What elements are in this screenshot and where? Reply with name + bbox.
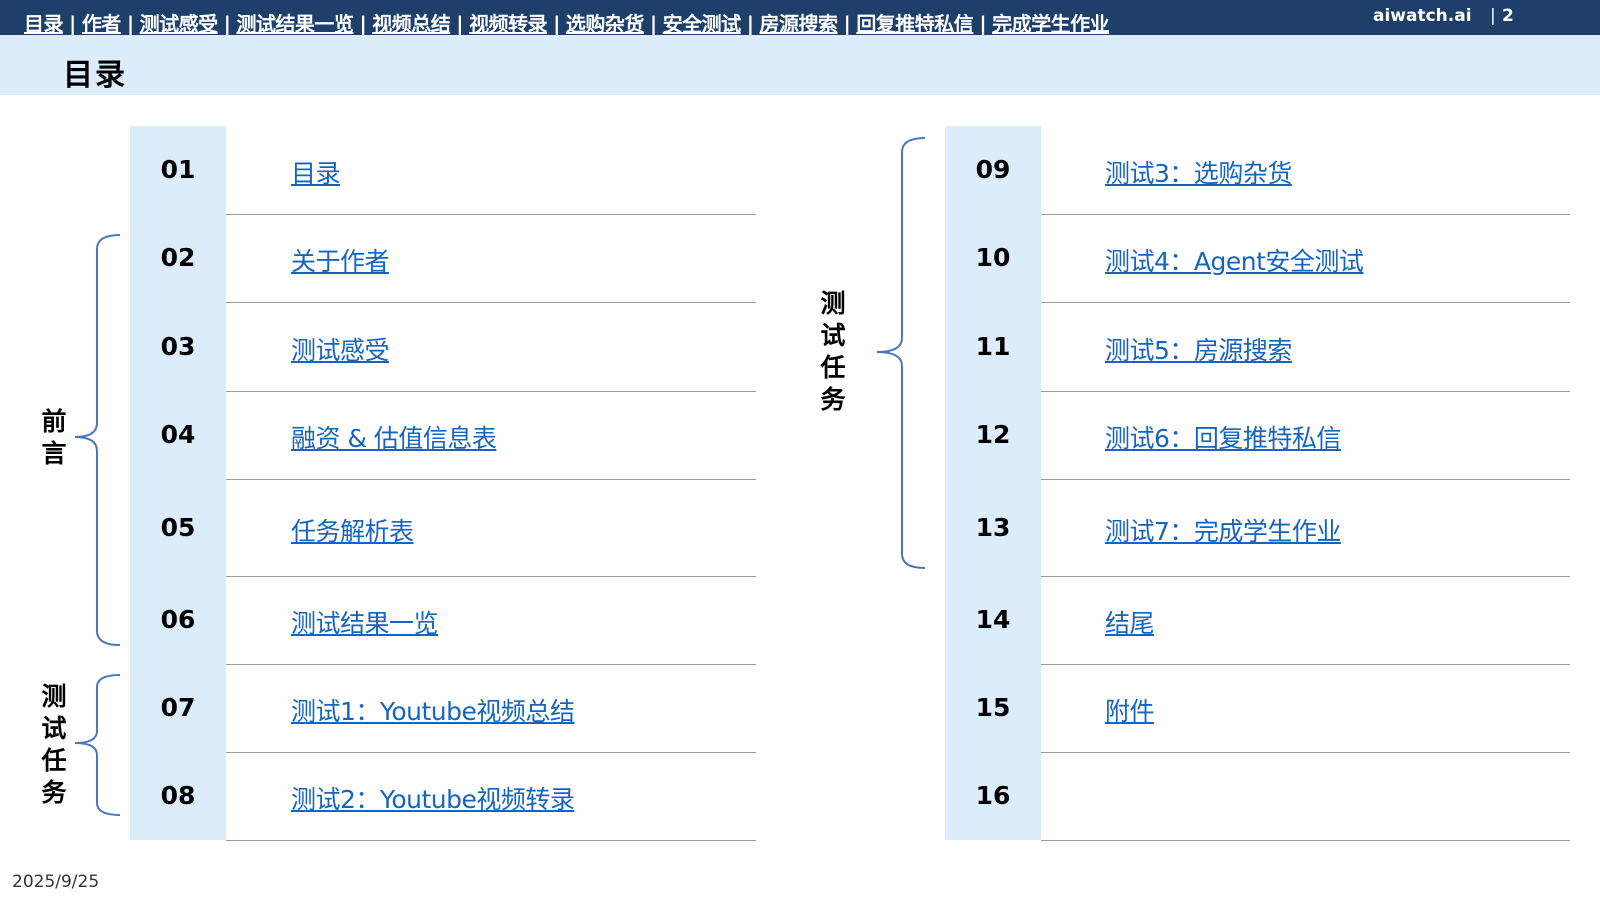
nav-separator: | <box>649 12 657 36</box>
nav-link-8[interactable]: 房源搜索 <box>760 12 839 36</box>
toc-row-divider <box>226 752 756 753</box>
nav-link-4[interactable]: 视频总结 <box>372 12 451 36</box>
toc-number: 13 <box>975 512 1011 542</box>
nav-link-3[interactable]: 测试结果一览 <box>236 12 354 36</box>
toc-link[interactable]: 测试感受 <box>291 331 390 367</box>
nav-separator: | <box>979 12 987 36</box>
tasks-right-brace <box>876 137 926 569</box>
tasks-left-group-label: 测试任务 <box>41 682 67 807</box>
toc-number: 08 <box>160 781 196 810</box>
toc-link[interactable]: 测试7：完成学生作业 <box>1105 512 1341 548</box>
nav-separator: | <box>69 12 76 36</box>
top-nav-items: 目录 | 作者 | 测试感受 | 测试结果一览 | 视频总结 | 视频转录 | 选购杂货 | 安全测试 | 房源… <box>24 8 1110 37</box>
preface-group-label: 前言 <box>41 407 67 468</box>
toc-link[interactable]: 测试3：选购杂货 <box>1105 154 1292 190</box>
toc-number: 16 <box>975 781 1011 810</box>
toc-link[interactable]: 附件 <box>1105 692 1155 728</box>
toc-row-divider <box>1041 302 1570 303</box>
nav-link-1[interactable]: 作者 <box>82 12 122 36</box>
brand-separator: | <box>1490 6 1496 26</box>
toc-number: 14 <box>975 605 1011 634</box>
toc-number: 01 <box>160 155 196 184</box>
nav-link-0[interactable]: 目录 <box>24 12 64 36</box>
toc-number: 12 <box>975 420 1011 449</box>
toc-number: 10 <box>975 243 1011 272</box>
toc-link[interactable]: 目录 <box>291 154 341 190</box>
toc-number: 09 <box>975 155 1011 184</box>
toc-link[interactable]: 测试结果一览 <box>291 604 439 640</box>
toc-row-divider <box>1041 840 1570 841</box>
nav-separator: | <box>359 12 367 36</box>
toc-number: 15 <box>975 693 1011 722</box>
toc-row-divider <box>1041 752 1570 753</box>
toc-link[interactable]: 测试2：Youtube视频转录 <box>291 780 575 816</box>
toc-row-divider <box>226 214 756 215</box>
nav-link-7[interactable]: 安全测试 <box>663 12 742 36</box>
toc-link[interactable]: 关于作者 <box>291 242 390 278</box>
toc-number: 04 <box>160 420 196 449</box>
toc-link[interactable]: 测试4：Agent安全测试 <box>1105 242 1364 278</box>
nav-separator: | <box>553 12 560 36</box>
toc-row-divider <box>226 664 756 665</box>
toc-number: 03 <box>160 331 196 361</box>
nav-separator: | <box>456 12 464 36</box>
toc-row-divider <box>1041 479 1570 480</box>
tasks-left-brace <box>74 674 121 816</box>
nav-separator: | <box>223 12 231 36</box>
toc-number: 11 <box>975 331 1011 361</box>
title-band <box>0 35 1600 95</box>
brand-name: aiwatch.ai <box>1373 6 1472 26</box>
top-nav-bar: 目录 | 作者 | 测试感受 | 测试结果一览 | 视频总结 | 视频转录 | 选购杂货 | 安全测试 | 房源… <box>0 0 1600 37</box>
nav-separator: | <box>746 12 754 36</box>
toc-row-divider <box>1041 214 1570 215</box>
preface-brace <box>74 234 121 646</box>
toc-link[interactable]: 测试6：回复推特私信 <box>1105 419 1341 455</box>
toc-link[interactable]: 融资 & 估值信息表 <box>291 419 497 455</box>
page-title: 目录 <box>63 58 127 93</box>
toc-number: 02 <box>160 243 196 272</box>
nav-link-2[interactable]: 测试感受 <box>140 12 219 36</box>
nav-link-6[interactable]: 选购杂货 <box>566 12 645 36</box>
toc-row-divider <box>1041 576 1570 577</box>
nav-separator: | <box>843 12 851 36</box>
toc-number: 07 <box>160 693 196 722</box>
toc-row-divider <box>226 576 756 577</box>
toc-row-divider <box>1041 664 1570 665</box>
toc-link[interactable]: 测试5：房源搜索 <box>1105 331 1292 367</box>
toc-number: 05 <box>160 512 196 542</box>
nav-separator: | <box>126 12 134 36</box>
toc-row-divider <box>226 302 756 303</box>
toc-row-divider <box>226 840 756 841</box>
page-number: 2 <box>1502 6 1514 26</box>
toc-row-divider <box>226 391 756 392</box>
tasks-right-group-label: 测试任务 <box>820 289 846 414</box>
footer-date: 2025/9/25 <box>12 872 100 892</box>
nav-link-5[interactable]: 视频转录 <box>469 12 548 36</box>
nav-link-9[interactable]: 回复推特私信 <box>856 12 974 36</box>
toc-row-divider <box>1041 391 1570 392</box>
toc-link[interactable]: 结尾 <box>1105 604 1155 640</box>
nav-link-10[interactable]: 完成学生作业 <box>992 12 1110 36</box>
toc-link[interactable]: 测试1：Youtube视频总结 <box>291 692 575 728</box>
toc-link[interactable]: 任务解析表 <box>291 512 414 548</box>
toc-row-divider <box>226 479 756 480</box>
toc-number: 06 <box>160 605 196 634</box>
